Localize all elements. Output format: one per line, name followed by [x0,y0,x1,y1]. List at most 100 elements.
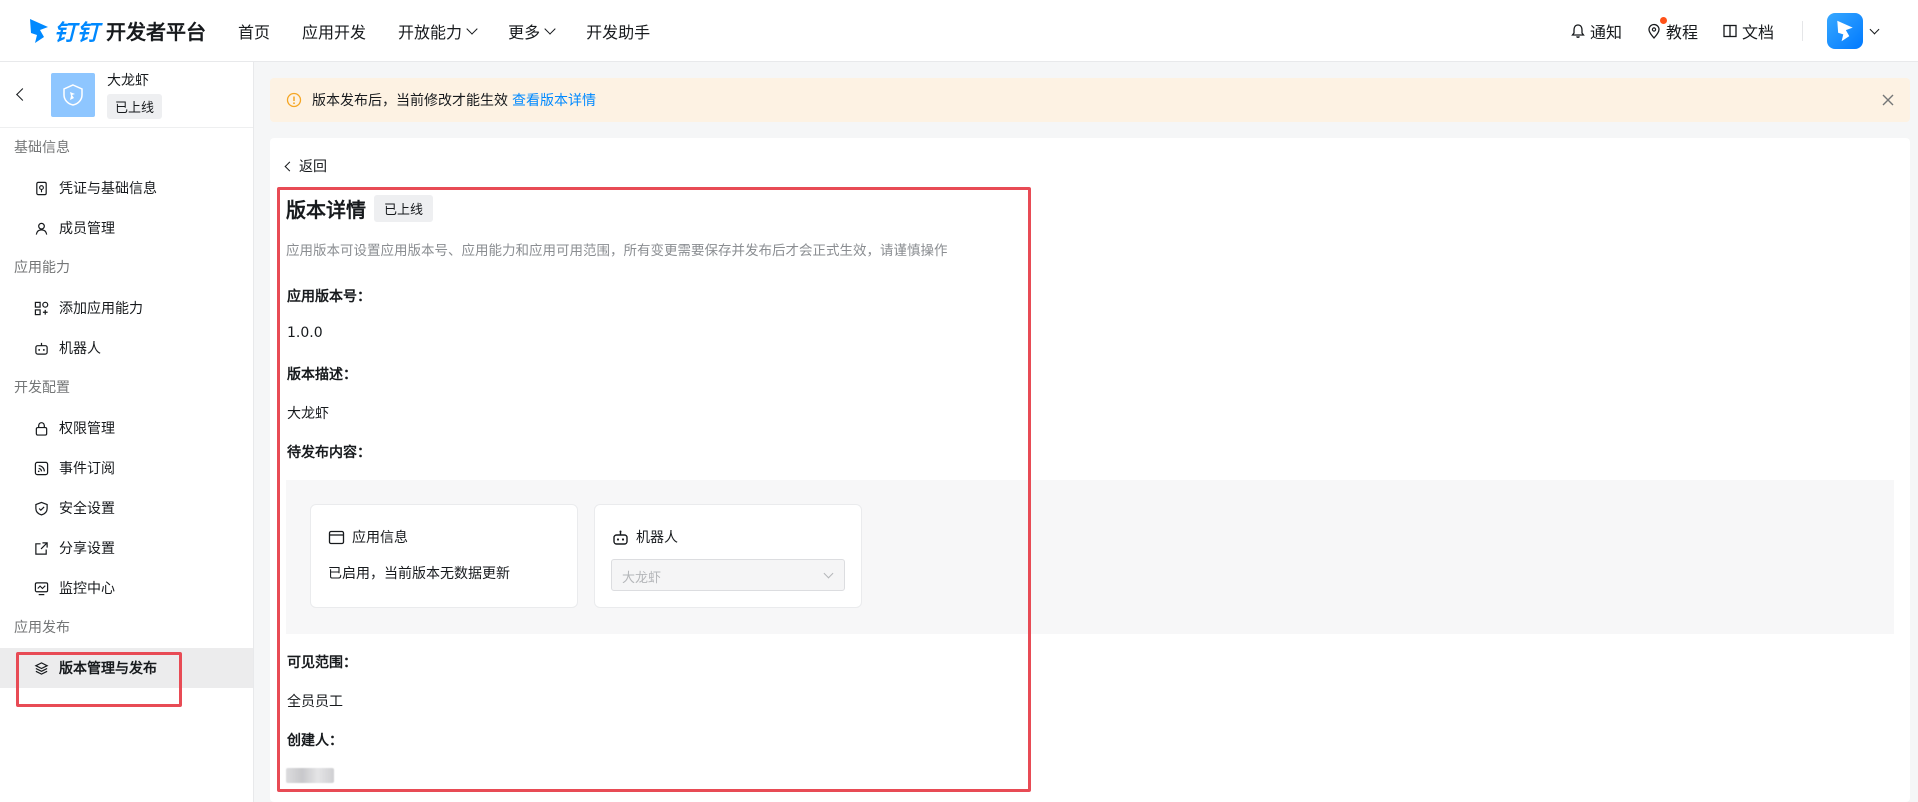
group-title-basic: 基础信息 [14,140,70,156]
close-icon[interactable] [1880,92,1896,108]
notify-label: 通知 [1589,23,1622,42]
sidebar-item-security[interactable]: 安全设置 [0,488,253,528]
dingtalk-avatar-icon [1837,20,1853,42]
logo-sub-text: 开发者平台 [106,20,207,44]
group-title-publish: 应用发布 [14,620,70,636]
nav-dev-assistant[interactable]: 开发助手 [586,19,650,43]
page-title: 版本详情 [286,198,366,222]
version-desc-label: 版本描述： [287,367,357,383]
app-info-card-title: 应用信息 [328,527,408,547]
robot-select[interactable]: 大龙虾 [611,559,845,591]
robot-select-value: 大龙虾 [622,571,662,586]
creator-label: 创建人： [287,733,343,749]
top-navigation-bar: 钉钉 开发者平台 首页 应用开发 开放能力 更多 开发助手 通知 教程 文档 [0,0,1918,62]
notification-dot [1659,17,1667,24]
chevron-down-icon [823,568,834,579]
sidebar-item-label: 凭证与基础信息 [59,181,157,197]
version-number-label: 应用版本号： [287,289,371,305]
back-button[interactable]: 返回 [284,156,327,176]
robot-title-text: 机器人 [636,530,678,546]
warning-icon [286,92,302,108]
user-icon [35,222,48,235]
back-chevron-icon[interactable] [16,88,29,101]
sidebar-item-permissions[interactable]: 权限管理 [0,408,253,448]
sidebar-item-label: 成员管理 [59,221,115,237]
sidebar-item-label: 机器人 [59,341,101,357]
sidebar-item-label: 监控中心 [59,581,115,597]
chevron-left-icon [284,161,295,171]
app-header: 大龙虾 已上线 [0,62,253,128]
version-number-value: 1.0.0 [287,325,323,341]
robot-card-title: 机器人 [612,527,678,547]
layers-icon [34,661,49,675]
nav-app-dev-label: 应用开发 [302,22,367,42]
sidebar-item-monitor[interactable]: 监控中心 [0,568,253,608]
sidebar-item-share[interactable]: 分享设置 [0,528,253,568]
notice-banner: 版本发布后，当前修改才能生效 查看版本详情 [270,78,1910,122]
app-info-title-text: 应用信息 [352,530,408,546]
pending-content-label: 待发布内容： [287,445,371,461]
rss-icon [34,461,49,475]
tutorial-label: 教程 [1665,23,1698,42]
sidebar-item-events[interactable]: 事件订阅 [0,448,253,488]
tutorial-button[interactable]: 教程 [1646,17,1698,43]
nav-open-capability[interactable]: 开放能力 [398,19,478,43]
docs-label: 文档 [1741,23,1774,42]
user-avatar[interactable] [1827,13,1863,49]
nav-home[interactable]: 首页 [238,19,270,43]
robot-icon [613,530,628,545]
robot-icon [35,342,48,355]
dingtalk-logo[interactable]: 钉钉 开发者平台 [28,0,206,62]
lock-icon [35,421,48,436]
visible-scope-label: 可见范围： [287,655,357,671]
logo-brand-text: 钉钉 [54,20,101,46]
sidebar-item-label: 分享设置 [59,541,115,557]
sidebar-item-robot[interactable]: 机器人 [0,328,253,368]
sidebar: 大龙虾 已上线 基础信息 凭证与基础信息 成员管理 应用能力 添加应用能力 机器… [0,62,254,802]
nav-more-label: 更多 [508,22,541,42]
sidebar-item-version-publish[interactable]: 版本管理与发布 [0,648,253,688]
docs-button[interactable]: 文档 [1722,19,1774,43]
monitor-icon [34,581,49,595]
page-description: 应用版本可设置应用版本号、应用能力和应用可用范围，所有变更需要保存并发布后才会正… [286,243,948,259]
back-label: 返回 [299,159,327,175]
notify-button[interactable]: 通知 [1570,19,1622,43]
nav-app-dev[interactable]: 应用开发 [302,19,366,43]
apps-add-icon [34,301,49,315]
sidebar-item-label: 版本管理与发布 [59,661,157,677]
sidebar-item-members[interactable]: 成员管理 [0,208,253,248]
book-icon [1723,24,1737,38]
main-nav: 首页 应用开发 开放能力 更多 开发助手 [238,19,682,43]
status-badge: 已上线 [374,195,434,222]
version-desc-value: 大龙虾 [287,406,329,422]
sidebar-item-label: 权限管理 [59,421,115,437]
visible-scope-value: 全员员工 [287,694,343,710]
share-icon [35,541,48,555]
sidebar-item-credentials[interactable]: 凭证与基础信息 [0,168,253,208]
nav-home-label: 首页 [238,22,271,42]
chevron-down-icon [466,22,478,35]
chevron-down-icon [544,22,556,35]
app-info-status-text: 已启用，当前版本无数据更新 [328,566,510,582]
sidebar-item-label: 事件订阅 [59,461,115,477]
nav-open-capability-label: 开放能力 [398,22,463,42]
creator-avatar-blurred [286,768,334,783]
app-meta: 大龙虾 已上线 [107,70,163,119]
version-detail-panel: 返回 版本详情 已上线 应用版本可设置应用版本号、应用能力和应用可用范围，所有变… [270,138,1910,802]
group-title-dev-config: 开发配置 [14,380,70,396]
app-name: 大龙虾 [107,73,149,89]
nav-more[interactable]: 更多 [508,19,556,43]
header-right-actions: 通知 教程 文档 [1546,0,1880,62]
banner-text: 版本发布后，当前修改才能生效 [312,93,508,109]
app-placeholder-icon [63,83,83,106]
app-info-card: 应用信息 已启用，当前版本无数据更新 [310,504,578,608]
app-icon [51,72,95,117]
title-row: 版本详情 已上线 [286,194,434,223]
shield-icon [35,501,48,516]
window-icon [328,530,345,544]
sidebar-item-add-capability[interactable]: 添加应用能力 [0,288,253,328]
view-version-detail-link[interactable]: 查看版本详情 [512,90,596,110]
nav-dev-assistant-label: 开发助手 [586,22,651,42]
chevron-down-icon[interactable] [1869,24,1880,34]
sidebar-item-label: 添加应用能力 [59,301,143,317]
